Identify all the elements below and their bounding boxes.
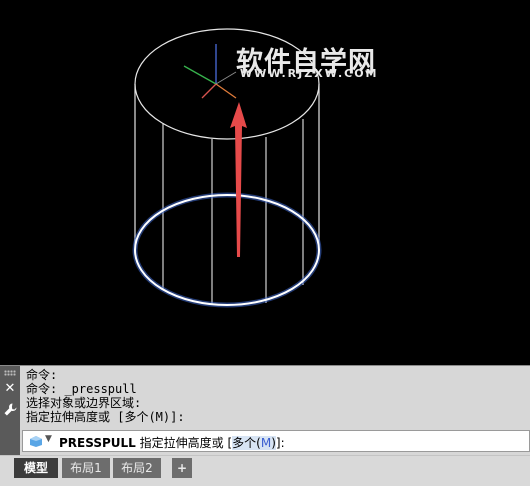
command-history: 命令: 命令: _presspull 选择对象或边界区域: 指定拉伸高度或 [多… xyxy=(26,368,526,424)
chevron-down-icon[interactable]: ▼ xyxy=(45,434,52,444)
prompt-end: ]: xyxy=(275,436,285,450)
ucs-y-axis xyxy=(183,65,217,85)
tab-layout1[interactable]: 布局1 xyxy=(62,458,110,478)
option-label: 多个( xyxy=(232,436,261,450)
option-multiple[interactable]: 多个(M) xyxy=(232,436,276,450)
ucs-axis-3 xyxy=(215,71,237,85)
command-prompt[interactable]: PRESSPULL 指定拉伸高度或 [多个(M)]: xyxy=(59,434,285,451)
tab-model[interactable]: 模型 xyxy=(14,458,58,478)
history-line: 命令: xyxy=(26,368,58,382)
close-icon[interactable]: ✕ xyxy=(3,382,17,396)
prompt-command: PRESSPULL xyxy=(59,436,136,450)
ucs-axis-2 xyxy=(215,83,237,99)
history-line: 指定拉伸高度或 [多个(M)]: xyxy=(26,410,185,424)
grip-icon[interactable] xyxy=(4,370,16,376)
tab-layout2[interactable]: 布局2 xyxy=(113,458,161,478)
command-line-panel: ✕ 命令: 命令: _presspull 选择对象或边界区域: 指定拉伸高度或 … xyxy=(0,365,530,456)
history-line: 命令: _presspull xyxy=(26,382,137,396)
prompt-text: 指定拉伸高度或 xyxy=(139,436,224,450)
command-panel-handle[interactable]: ✕ xyxy=(0,366,20,456)
watermark-url: WWW.RJZXW.COM xyxy=(240,67,379,80)
wrench-icon[interactable] xyxy=(3,402,17,418)
drawing-viewport[interactable]: 软件自学网 WWW.RJZXW.COM xyxy=(0,0,530,365)
red-arrow-icon xyxy=(230,102,247,257)
add-layout-button[interactable]: + xyxy=(172,458,192,478)
ucs-x-axis xyxy=(201,83,217,99)
command-cube-icon[interactable] xyxy=(30,436,42,447)
option-key: M xyxy=(260,436,272,450)
command-input[interactable]: ▼ PRESSPULL 指定拉伸高度或 [多个(M)]: xyxy=(22,430,530,452)
layout-tab-bar: 模型 布局1 布局2 + xyxy=(0,455,530,486)
history-line: 选择对象或边界区域: xyxy=(26,396,142,410)
